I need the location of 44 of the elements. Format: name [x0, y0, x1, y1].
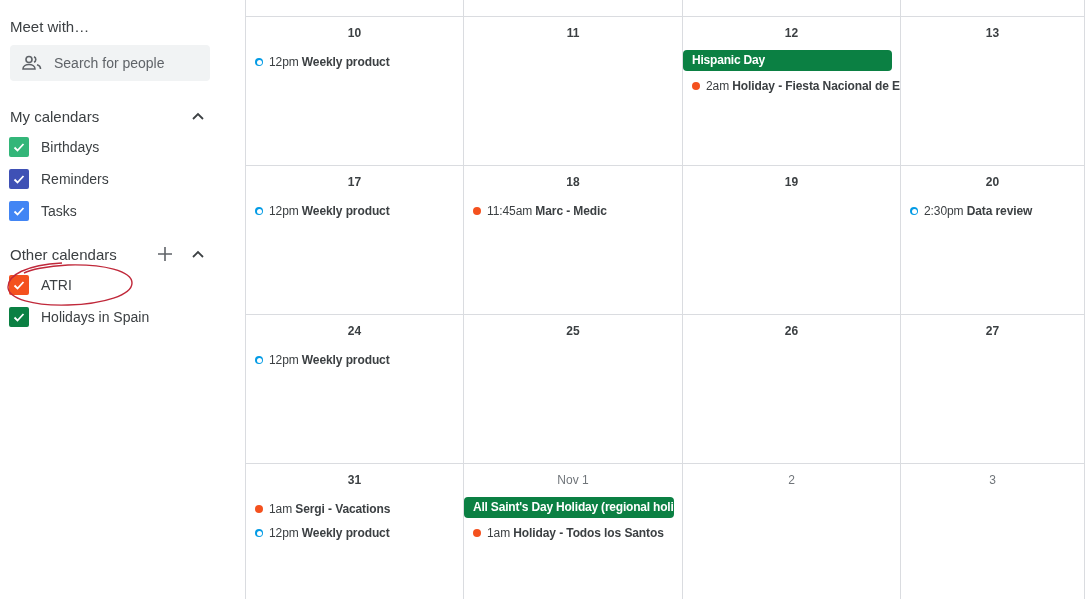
meet-with-heading: Meet with… — [10, 18, 91, 35]
search-field[interactable]: Search for people — [10, 45, 210, 81]
date-label[interactable]: 3 — [901, 473, 1084, 491]
event-label[interactable]: 2am Holiday - Fiesta Nacional de E — [706, 79, 900, 93]
date-label[interactable]: 17 — [246, 175, 463, 193]
date-label[interactable]: 12 — [683, 26, 900, 44]
event-label[interactable]: 12pm Weekly product — [269, 55, 390, 69]
date-label[interactable]: 31 — [246, 473, 463, 491]
calendar-checkbox[interactable] — [9, 201, 29, 221]
event-label[interactable]: 12pm Weekly product — [269, 353, 390, 367]
chevron-icon[interactable] — [192, 112, 204, 120]
calendar-checkbox[interactable] — [9, 169, 29, 189]
add-icon[interactable] — [158, 247, 172, 261]
chevron-icon[interactable] — [192, 250, 204, 258]
all-day-event[interactable]: Hispanic Day — [683, 50, 892, 71]
event-label[interactable]: 1am Holiday - Todos los Santos — [487, 526, 664, 540]
date-label[interactable]: 24 — [246, 324, 463, 342]
calendar-checkbox[interactable] — [9, 307, 29, 327]
date-label[interactable]: Nov 1 — [464, 473, 682, 491]
event-label[interactable]: 11:45am Marc - Medic — [487, 204, 607, 218]
calendar-checkbox[interactable] — [9, 137, 29, 157]
calendar-name[interactable]: Birthdays — [41, 139, 100, 155]
calendar-checkbox[interactable] — [9, 275, 29, 295]
section-title: Other calendars — [10, 245, 117, 263]
date-label[interactable]: 26 — [683, 324, 900, 342]
all-day-event[interactable]: All Saint's Day Holiday (regional holi — [464, 497, 674, 518]
date-label[interactable]: 25 — [464, 324, 682, 342]
event-label[interactable]: 2:30pm Data review — [924, 204, 1033, 218]
section-title: My calendars — [10, 107, 100, 125]
date-label[interactable]: 13 — [901, 26, 1084, 44]
event-label[interactable]: 1am Sergi - Vacations — [269, 502, 391, 516]
event-label[interactable]: 12pm Weekly product — [269, 204, 390, 218]
event-label[interactable]: 12pm Weekly product — [269, 526, 390, 540]
date-label[interactable]: 10 — [246, 26, 463, 44]
calendar-name[interactable]: Holidays in Spain — [41, 309, 150, 325]
calendar-name[interactable]: ATRI — [41, 277, 72, 293]
calendar-name[interactable]: Tasks — [41, 203, 77, 219]
date-label[interactable]: 20 — [901, 175, 1084, 193]
date-label[interactable]: 19 — [683, 175, 900, 193]
date-label[interactable]: 11 — [464, 26, 682, 44]
date-label[interactable]: 2 — [683, 473, 900, 491]
date-label[interactable]: 27 — [901, 324, 1084, 342]
date-label[interactable]: 18 — [464, 175, 682, 193]
calendar-name[interactable]: Reminders — [41, 171, 109, 187]
